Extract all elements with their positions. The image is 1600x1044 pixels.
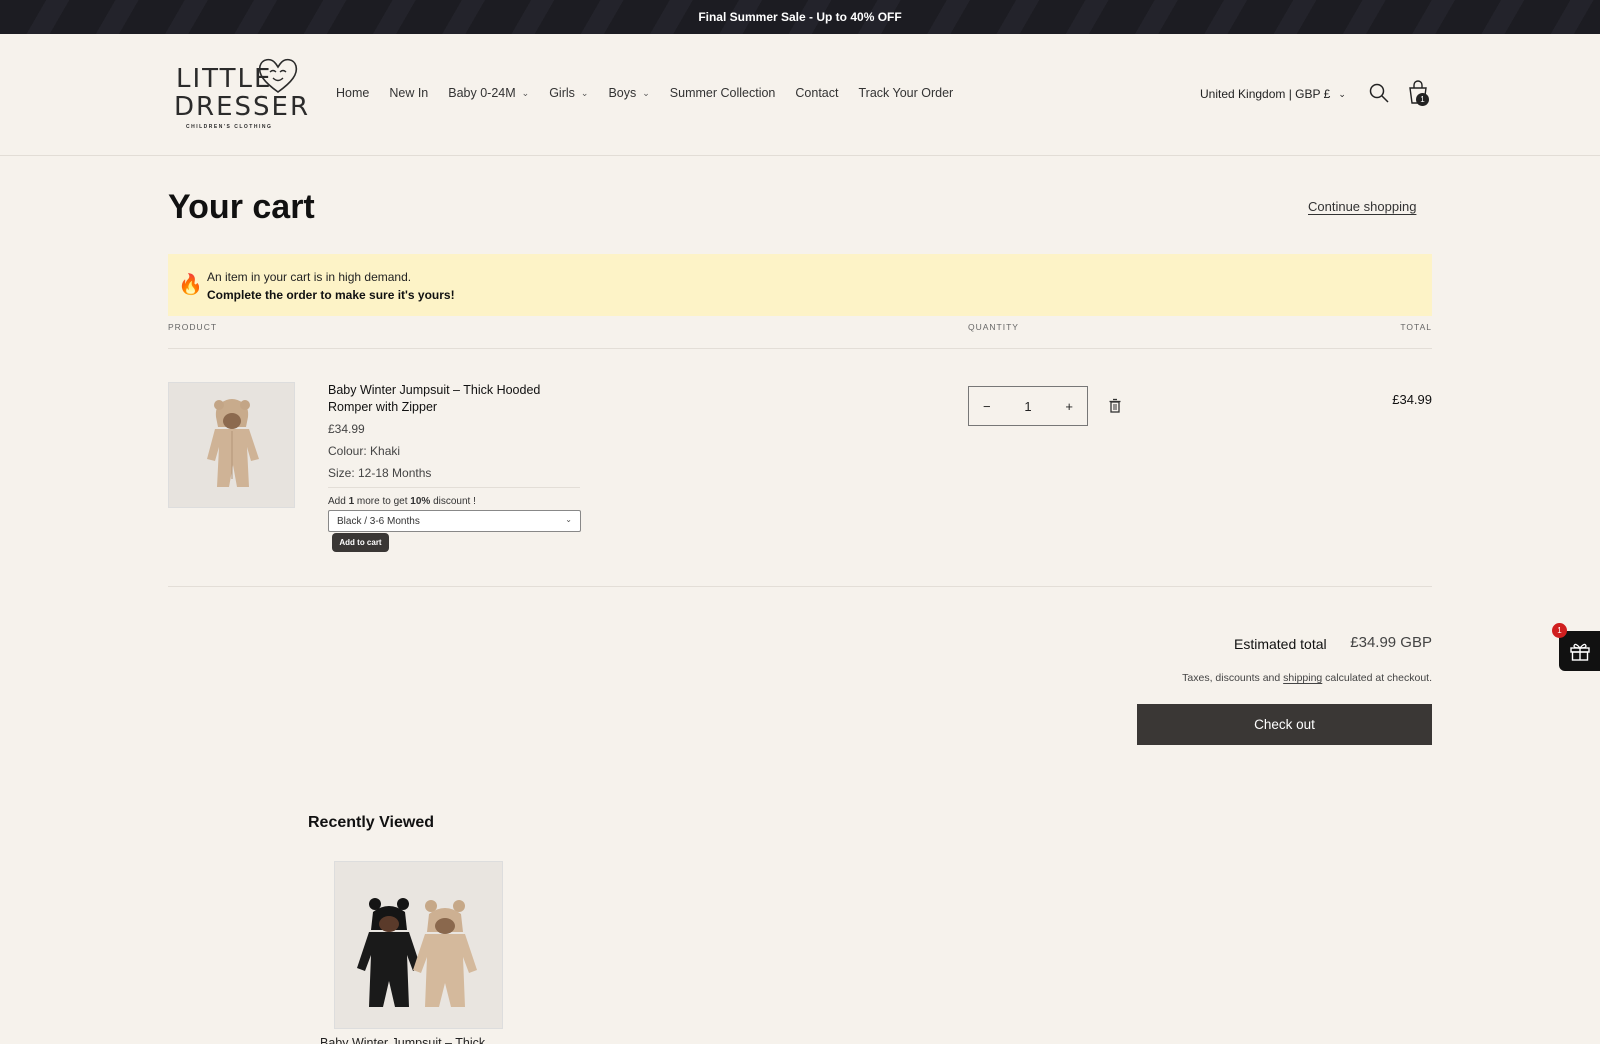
chevron-down-icon: ⌄ — [642, 87, 650, 98]
continue-shopping-link[interactable]: Continue shopping — [1308, 199, 1416, 214]
nav-item-label: Contact — [795, 86, 839, 100]
recently-viewed-title: Recently Viewed — [308, 814, 434, 831]
brand-logo[interactable]: LITTLE DRESSER CHILDREN'S CLOTHING — [172, 54, 308, 136]
nav-item-label: Track Your Order — [858, 86, 954, 100]
demand-cta: Complete the order to make sure it's you… — [207, 288, 455, 302]
demand-message: An item in your cart is in high demand. — [207, 270, 412, 284]
upsell-message: Add 1 more to get 10% discount ! — [328, 496, 476, 507]
nav-item-label: Girls — [549, 86, 575, 100]
product-price: £34.99 — [328, 422, 365, 436]
gift-icon — [1569, 643, 1590, 661]
country-label: United Kingdom | GBP £ — [1200, 87, 1331, 101]
divider — [168, 586, 1432, 587]
nav-item-new-in[interactable]: New In — [389, 86, 428, 100]
upsell-suffix: discount ! — [430, 496, 476, 507]
chevron-down-icon: ⌄ — [565, 515, 572, 524]
search-icon[interactable] — [1368, 82, 1390, 104]
site-header: LITTLE DRESSER CHILDREN'S CLOTHING Home … — [0, 34, 1600, 156]
product-size: Size: 12-18 Months — [328, 466, 432, 480]
variant-value: Black / 3-6 Months — [337, 515, 420, 527]
brand-line2: DRESSER — [174, 92, 311, 122]
nav-item-label: Baby 0-24M — [448, 86, 516, 100]
chevron-down-icon: ⌄ — [580, 87, 589, 98]
nav-item-baby[interactable]: Baby 0-24M ⌄ — [448, 86, 529, 100]
chevron-down-icon: ⌄ — [1338, 88, 1346, 99]
brand-tagline: CHILDREN'S CLOTHING — [186, 124, 273, 130]
country-selector[interactable]: United Kingdom | GBP £ ⌄ — [1200, 87, 1346, 101]
nav-item-home[interactable]: Home — [336, 86, 369, 100]
nav-item-contact[interactable]: Contact — [795, 86, 838, 100]
decrease-quantity-button[interactable]: − — [983, 399, 991, 414]
tax-note: Taxes, discounts and shipping calculated… — [1182, 672, 1432, 684]
recently-viewed-product-image[interactable] — [334, 861, 503, 1029]
estimated-total-value: £34.99 GBP — [1350, 634, 1432, 651]
product-column-header: PRODUCT — [168, 322, 218, 332]
divider — [168, 348, 1432, 349]
upsell-variant-select[interactable]: Black / 3-6 Months ⌄ — [328, 510, 581, 532]
checkout-button[interactable]: Check out — [1137, 704, 1432, 745]
increase-quantity-button[interactable]: + — [1065, 399, 1073, 414]
nav-item-label: Boys — [608, 86, 637, 100]
tax-note-prefix: Taxes, discounts and — [1182, 672, 1284, 684]
estimated-total-label: Estimated total — [1234, 636, 1327, 652]
total-column-header: TOTAL — [1400, 322, 1432, 332]
jumpsuit-pair-image — [335, 862, 502, 1028]
khaki-jumpsuit-image — [169, 383, 294, 507]
nav-item-label: Summer Collection — [669, 86, 776, 100]
upsell-discount: 10% — [410, 496, 431, 507]
recently-viewed-product-name[interactable]: Baby Winter Jumpsuit – Thick — [320, 1036, 485, 1044]
upsell-add-to-cart-button[interactable]: Add to cart — [332, 533, 389, 552]
gift-widget-button[interactable] — [1559, 631, 1600, 671]
announcement-text: Final Summer Sale - Up to 40% OFF — [698, 10, 902, 24]
heart-logo-icon — [258, 58, 298, 93]
shipping-link[interactable]: shipping — [1283, 672, 1322, 684]
quantity-value[interactable]: 1 — [1024, 399, 1031, 414]
nav-item-boys[interactable]: Boys ⌄ — [608, 86, 649, 100]
fire-icon: 🔥 — [178, 274, 203, 296]
high-demand-banner: 🔥 An item in your cart is in high demand… — [168, 254, 1432, 316]
page-title: Your cart — [168, 188, 315, 226]
upsell-middle: more to get — [354, 496, 411, 507]
chevron-down-icon: ⌄ — [521, 87, 530, 98]
announcement-bar: Final Summer Sale - Up to 40% OFF — [0, 0, 1600, 34]
tax-note-suffix: calculated at checkout. — [1322, 672, 1432, 684]
product-colour: Colour: Khaki — [328, 444, 401, 458]
trash-icon[interactable] — [1108, 398, 1122, 414]
product-title[interactable]: Baby Winter Jumpsuit – Thick Hooded Romp… — [328, 382, 578, 416]
quantity-column-header: QUANTITY — [968, 322, 1019, 332]
nav-item-label: Home — [336, 86, 370, 100]
nav-item-label: New In — [389, 86, 429, 100]
gift-count-badge: 1 — [1552, 623, 1567, 638]
product-thumbnail[interactable] — [168, 382, 295, 508]
upsell-prefix: Add — [328, 496, 349, 507]
cart-count-badge: 1 — [1416, 93, 1429, 106]
nav-item-summer-collection[interactable]: Summer Collection — [670, 86, 776, 100]
quantity-stepper: − 1 + — [968, 386, 1088, 426]
line-item-total: £34.99 — [1392, 392, 1432, 407]
nav-item-girls[interactable]: Girls ⌄ — [549, 86, 588, 100]
divider — [328, 487, 580, 488]
main-nav: Home New In Baby 0-24M ⌄ Girls ⌄ Boys ⌄ Sum… — [336, 86, 973, 100]
nav-item-track-order[interactable]: Track Your Order — [858, 86, 953, 100]
